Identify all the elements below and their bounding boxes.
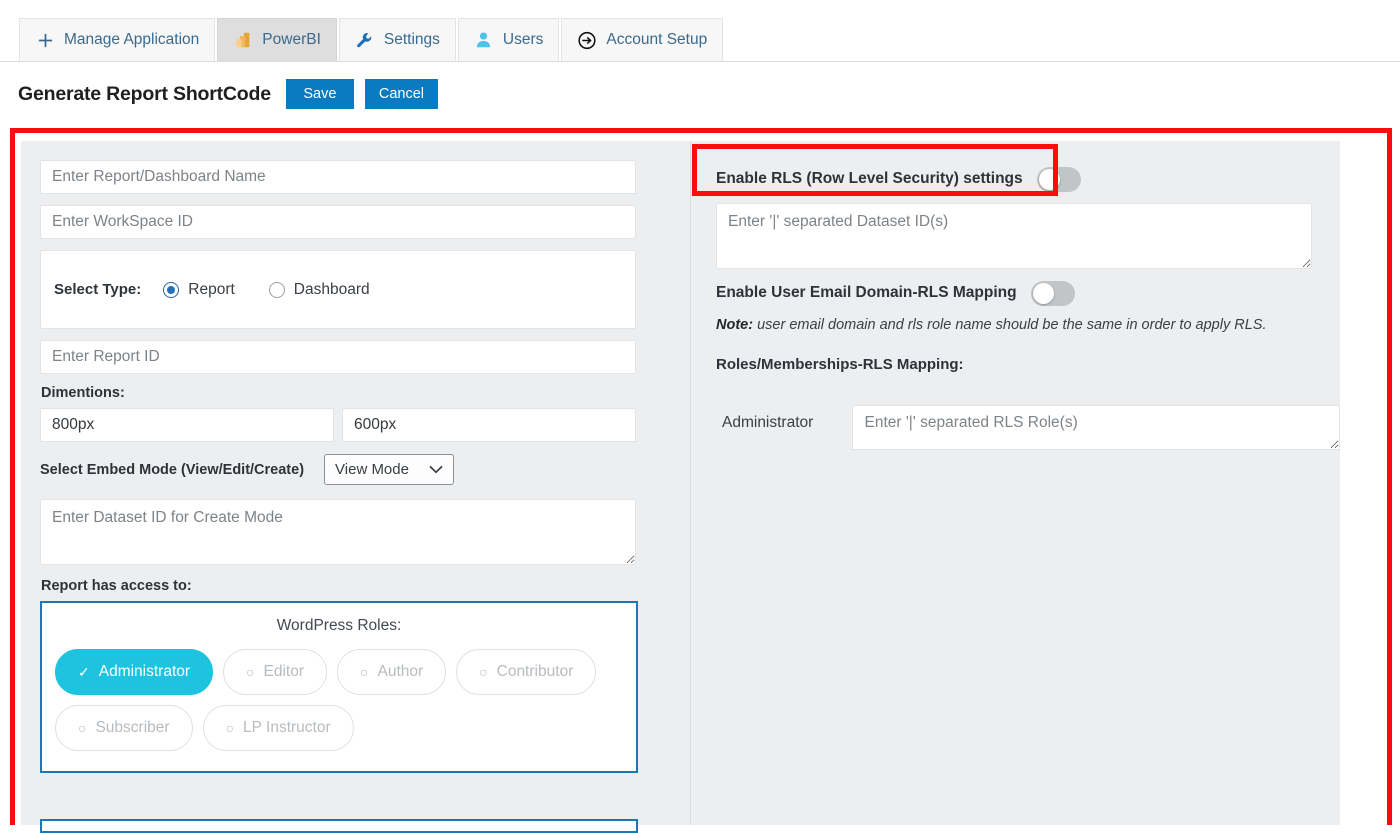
toggle-knob bbox=[1033, 283, 1054, 304]
powerbi-icon bbox=[233, 30, 253, 50]
toggle-knob bbox=[1039, 169, 1060, 190]
select-type-label: Select Type: bbox=[54, 281, 141, 298]
role-pill-subscriber[interactable]: ○ Subscriber bbox=[55, 705, 193, 751]
circle-icon: ○ bbox=[360, 664, 368, 680]
wordpress-roles-list: ✓ Administrator ○ Editor ○ Author ○ Cont… bbox=[42, 649, 636, 751]
radio-label: Report bbox=[188, 281, 235, 299]
radio-indicator[interactable] bbox=[269, 282, 285, 298]
role-pill-label: Contributor bbox=[497, 663, 574, 681]
rls-dataset-ids-textarea[interactable] bbox=[716, 203, 1312, 269]
note-prefix: Note: bbox=[716, 317, 753, 333]
email-domain-mapping-toggle[interactable] bbox=[1031, 281, 1075, 306]
tab-settings[interactable]: Settings bbox=[339, 18, 456, 61]
tab-users[interactable]: Users bbox=[458, 18, 559, 61]
wordpress-roles-title: WordPress Roles: bbox=[42, 617, 636, 635]
circle-icon: ○ bbox=[226, 720, 234, 736]
create-mode-dataset-id-textarea[interactable] bbox=[40, 499, 636, 565]
tab-label: Settings bbox=[384, 32, 440, 49]
role-pill-label: Subscriber bbox=[95, 719, 169, 737]
dimensions-row bbox=[40, 408, 690, 442]
wrench-icon bbox=[355, 30, 375, 50]
enable-rls-toggle[interactable] bbox=[1037, 167, 1081, 192]
wordpress-roles-card: WordPress Roles: ✓ Administrator ○ Edito… bbox=[40, 601, 638, 773]
role-pill-administrator[interactable]: ✓ Administrator bbox=[55, 649, 213, 695]
mapping-row-administrator: Administrator bbox=[704, 405, 1340, 450]
radio-option-dashboard[interactable]: Dashboard bbox=[269, 281, 370, 299]
user-icon bbox=[474, 30, 494, 50]
radio-option-report[interactable]: Report bbox=[163, 281, 235, 299]
page-header: Generate Report ShortCode Save Cancel bbox=[0, 62, 1400, 126]
dimension-width-input[interactable] bbox=[40, 408, 334, 442]
report-id-input[interactable] bbox=[40, 340, 636, 374]
report-name-input[interactable] bbox=[40, 160, 636, 194]
save-button[interactable]: Save bbox=[286, 79, 354, 109]
dimensions-label: Dimentions: bbox=[41, 385, 690, 401]
plus-icon bbox=[35, 30, 55, 50]
radio-indicator[interactable] bbox=[163, 282, 179, 298]
select-type-group: Select Type: Report Dashboard bbox=[40, 250, 636, 329]
tab-label: Users bbox=[503, 32, 543, 49]
role-pill-label: Editor bbox=[264, 663, 305, 681]
circle-icon: ○ bbox=[78, 720, 86, 736]
top-navigation-bar: Manage Application PowerBI Settings bbox=[0, 0, 1400, 62]
arrow-circle-right-icon bbox=[577, 30, 597, 50]
chevron-down-icon bbox=[429, 461, 443, 478]
rls-note: Note: user email domain and rls role nam… bbox=[704, 317, 1340, 333]
shortcode-form-panel: Select Type: Report Dashboard Dimentions… bbox=[21, 141, 1340, 825]
tab-label: Account Setup bbox=[606, 32, 707, 49]
workspace-id-input[interactable] bbox=[40, 205, 636, 239]
mapping-rls-roles-textarea[interactable] bbox=[852, 405, 1340, 450]
tab-label: Manage Application bbox=[64, 32, 199, 49]
role-pill-author[interactable]: ○ Author bbox=[337, 649, 446, 695]
role-pill-contributor[interactable]: ○ Contributor bbox=[456, 649, 596, 695]
circle-icon: ○ bbox=[479, 664, 487, 680]
embed-mode-label: Select Embed Mode (View/Edit/Create) bbox=[40, 462, 304, 478]
page-title: Generate Report ShortCode bbox=[18, 83, 271, 106]
enable-rls-row: Enable RLS (Row Level Security) settings bbox=[704, 155, 1340, 203]
enable-rls-label: Enable RLS (Row Level Security) settings bbox=[716, 170, 1023, 188]
role-pill-label: Administrator bbox=[99, 663, 190, 681]
tab-powerbi[interactable]: PowerBI bbox=[217, 18, 337, 61]
embed-mode-selected-value: View Mode bbox=[335, 461, 409, 478]
embed-mode-select[interactable]: View Mode bbox=[324, 454, 454, 485]
next-section-card-top-edge bbox=[40, 819, 638, 833]
mapping-role-name: Administrator bbox=[722, 405, 830, 432]
role-pill-lp-instructor[interactable]: ○ LP Instructor bbox=[203, 705, 354, 751]
cancel-button[interactable]: Cancel bbox=[365, 79, 438, 109]
check-icon: ✓ bbox=[78, 664, 90, 681]
tab-account-setup[interactable]: Account Setup bbox=[561, 18, 723, 61]
dimension-height-input[interactable] bbox=[342, 408, 636, 442]
embed-mode-row: Select Embed Mode (View/Edit/Create) Vie… bbox=[40, 454, 690, 485]
role-pill-label: Author bbox=[377, 663, 423, 681]
tab-manage-application[interactable]: Manage Application bbox=[19, 18, 215, 61]
tab-label: PowerBI bbox=[262, 32, 321, 49]
email-domain-mapping-row: Enable User Email Domain-RLS Mapping bbox=[704, 269, 1340, 317]
role-pill-label: LP Instructor bbox=[243, 719, 331, 737]
note-text: user email domain and rls role name shou… bbox=[753, 317, 1266, 333]
left-form-column: Select Type: Report Dashboard Dimentions… bbox=[21, 141, 690, 825]
report-access-label: Report has access to: bbox=[41, 578, 690, 594]
circle-icon: ○ bbox=[246, 664, 254, 680]
nav-tab-list: Manage Application PowerBI Settings bbox=[19, 18, 725, 61]
radio-label: Dashboard bbox=[294, 281, 370, 299]
role-pill-editor[interactable]: ○ Editor bbox=[223, 649, 327, 695]
right-rls-column: Enable RLS (Row Level Security) settings… bbox=[690, 141, 1340, 825]
roles-rls-mapping-title: Roles/Memberships-RLS Mapping: bbox=[704, 356, 1340, 373]
email-domain-mapping-label: Enable User Email Domain-RLS Mapping bbox=[716, 284, 1017, 302]
